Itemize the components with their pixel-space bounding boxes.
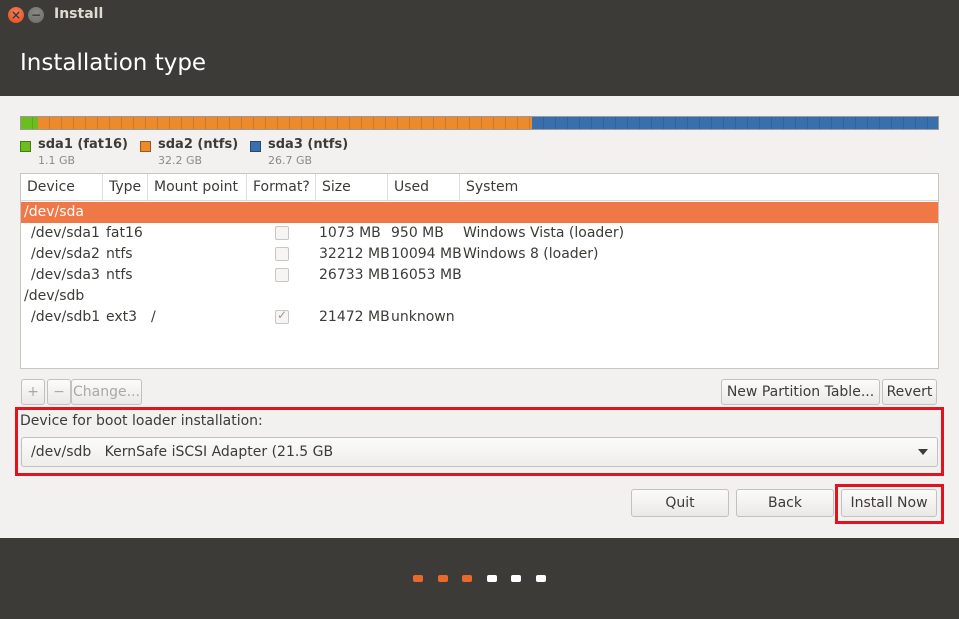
table-row[interactable]: /dev/sda (21, 202, 938, 223)
remove-partition-button[interactable]: − (47, 379, 71, 405)
quit-button[interactable]: Quit (631, 489, 729, 517)
progress-dot-pending (486, 575, 497, 582)
table-row[interactable]: /dev/sda1 fat16 1073 MB 950 MB Windows V… (21, 223, 938, 244)
partition-bar-sda3 (532, 117, 938, 129)
cell-used: unknown (391, 309, 455, 325)
cell-type: ext3 (106, 309, 138, 325)
main-content: sda1 (fat16) 1.1 GB sda2 (ntfs) 32.2 GB … (0, 96, 959, 538)
back-button[interactable]: Back (736, 489, 834, 517)
cell-used: 16053 MB (391, 267, 462, 283)
revert-button[interactable]: Revert (882, 379, 937, 405)
legend-size: 26.7 GB (268, 154, 313, 167)
window-title: Install (54, 6, 104, 22)
legend-name: sda1 (fat16) (38, 137, 129, 152)
legend-size: 32.2 GB (158, 154, 203, 167)
page-header: Installation type (0, 30, 959, 96)
cell-type: fat16 (106, 225, 143, 241)
add-partition-button[interactable]: + (21, 379, 45, 405)
legend-swatch (20, 141, 31, 152)
cell-type: ntfs (106, 267, 133, 283)
cell-size: 26733 MB (319, 267, 390, 283)
column-header-device[interactable]: Device (21, 174, 103, 201)
legend-name: sda2 (ntfs) (158, 137, 239, 152)
cell-device: /dev/sdb (24, 288, 85, 304)
cell-size: 21472 MB (319, 309, 390, 325)
change-partition-button[interactable]: Change... (71, 379, 142, 405)
table-header: Device Type Mount point Format? Size Use… (21, 174, 938, 201)
progress-dot-pending (535, 575, 546, 582)
partition-bar (20, 116, 939, 130)
format-checkbox[interactable] (275, 226, 289, 240)
progress-dot-done (462, 575, 472, 582)
legend-name: sda3 (ntfs) (268, 137, 349, 152)
table-row[interactable]: /dev/sdb (21, 286, 938, 307)
minimize-icon: − (30, 8, 42, 22)
legend-swatch (140, 141, 151, 152)
legend-swatch (250, 141, 261, 152)
cell-device: /dev/sda3 (31, 267, 100, 283)
bootloader-highlight-box (15, 407, 944, 476)
close-window-button[interactable]: × (8, 7, 24, 23)
partition-bar-sda1 (21, 117, 38, 129)
column-header-type[interactable]: Type (103, 174, 148, 201)
cell-device: /dev/sda1 (31, 225, 100, 241)
table-row[interactable]: /dev/sda2 ntfs 32212 MB 10094 MB Windows… (21, 244, 938, 265)
cell-size: 1073 MB (319, 225, 381, 241)
format-checkbox[interactable] (275, 268, 289, 282)
legend-size: 1.1 GB (38, 154, 76, 167)
progress-dot-done (413, 575, 423, 582)
column-header-system[interactable]: System (460, 174, 938, 201)
column-header-used[interactable]: Used (388, 174, 460, 201)
install-highlight-box (835, 484, 944, 524)
format-checkbox[interactable] (275, 247, 289, 261)
minimize-window-button[interactable]: − (28, 7, 44, 23)
cell-system: Windows 8 (loader) (463, 246, 599, 262)
cell-device: /dev/sdb1 (31, 309, 101, 325)
cell-used: 10094 MB (391, 246, 462, 262)
partition-bar-sda2 (38, 117, 532, 129)
new-partition-table-button[interactable]: New Partition Table... (721, 379, 880, 405)
progress-dot-pending (511, 575, 521, 582)
table-row[interactable]: /dev/sdb1 ext3 / 21472 MB unknown (21, 307, 938, 328)
cell-system: Windows Vista (loader) (463, 225, 625, 241)
progress-dot-done (437, 575, 448, 582)
table-row[interactable]: /dev/sda3 ntfs 26733 MB 16053 MB (21, 265, 938, 286)
column-header-mount-point[interactable]: Mount point (148, 174, 247, 201)
column-header-size[interactable]: Size (316, 174, 388, 201)
cell-used: 950 MB (391, 225, 444, 241)
partition-table[interactable]: Device Type Mount point Format? Size Use… (20, 173, 939, 369)
close-icon: × (10, 8, 22, 22)
footer (0, 538, 959, 619)
cell-type: ntfs (106, 246, 133, 262)
page-title: Installation type (20, 50, 207, 76)
format-checkbox[interactable] (275, 308, 289, 324)
cell-size: 32212 MB (319, 246, 390, 262)
cell-device: /dev/sda (24, 204, 84, 220)
cell-mount-point: / (151, 309, 156, 325)
cell-device: /dev/sda2 (31, 246, 100, 262)
column-header-format[interactable]: Format? (247, 174, 316, 201)
title-bar: × − Install (0, 0, 959, 30)
